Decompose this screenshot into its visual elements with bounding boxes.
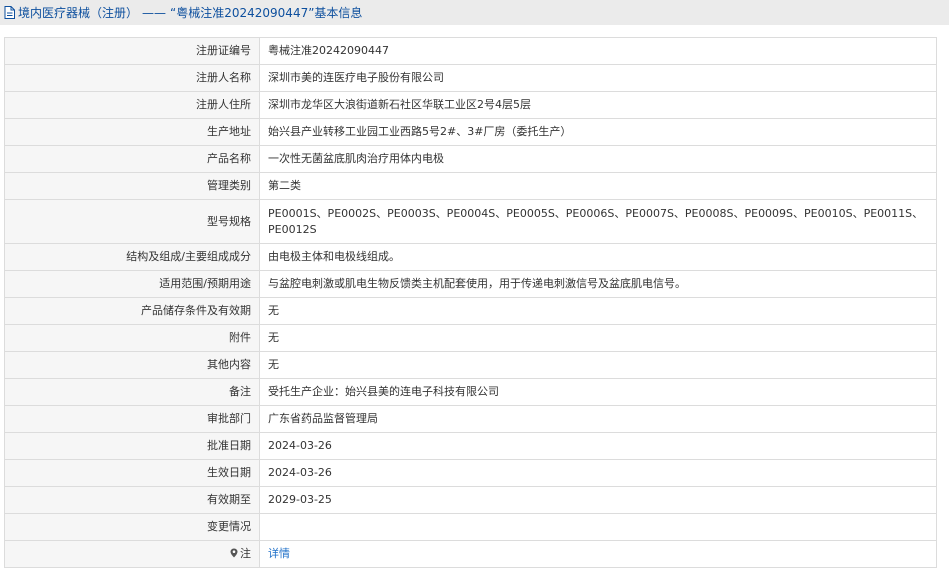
row-label: 变更情况: [4, 513, 260, 541]
note-label: 注: [240, 547, 251, 560]
row-label: 适用范围/预期用途: [4, 270, 260, 298]
row-value: 无: [259, 297, 937, 325]
table-row: 产品储存条件及有效期 无: [4, 297, 937, 325]
row-label: 备注: [4, 378, 260, 406]
table-row: 备注 受托生产企业：始兴县美的连电子科技有限公司: [4, 378, 937, 406]
row-label: 其他内容: [4, 351, 260, 379]
row-value: 深圳市龙华区大浪街道新石社区华联工业区2号4层5层: [259, 91, 937, 119]
row-value: 与盆腔电刺激或肌电生物反馈类主机配套使用，用于传递电刺激信号及盆底肌电信号。: [259, 270, 937, 298]
row-value: 受托生产企业：始兴县美的连电子科技有限公司: [259, 378, 937, 406]
table-row: 批准日期 2024-03-26: [4, 432, 937, 460]
row-label: 产品储存条件及有效期: [4, 297, 260, 325]
note-value-cell: 详情: [259, 540, 937, 568]
breadcrumb-separator: ——: [142, 5, 167, 20]
row-value: 无: [259, 324, 937, 352]
row-value: 2024-03-26: [259, 459, 937, 487]
row-label: 生效日期: [4, 459, 260, 487]
row-value: 由电极主体和电极线组成。: [259, 243, 937, 271]
row-label: 附件: [4, 324, 260, 352]
breadcrumb-category: 境内医疗器械（注册）: [18, 6, 139, 20]
detail-table-container: 注册证编号 粤械注准20242090447 注册人名称 深圳市美的连医疗电子股份…: [4, 37, 937, 568]
row-label: 注册人住所: [4, 91, 260, 119]
row-label: 结构及组成/主要组成成分: [4, 243, 260, 271]
row-value: 始兴县产业转移工业园工业西路5号2#、3#厂房（委托生产）: [259, 118, 937, 146]
row-value: [259, 513, 937, 541]
row-value: 深圳市美的连医疗电子股份有限公司: [259, 64, 937, 92]
table-row: 生效日期 2024-03-26: [4, 459, 937, 487]
table-row: 型号规格 PE0001S、PE0002S、PE0003S、PE0004S、PE0…: [4, 199, 937, 244]
row-value: 无: [259, 351, 937, 379]
row-label: 管理类别: [4, 172, 260, 200]
map-pin-icon: [230, 548, 238, 558]
table-row: 有效期至 2029-03-25: [4, 486, 937, 514]
table-row: 生产地址 始兴县产业转移工业园工业西路5号2#、3#厂房（委托生产）: [4, 118, 937, 146]
table-row: 注册证编号 粤械注准20242090447: [4, 37, 937, 65]
row-label: 批准日期: [4, 432, 260, 460]
row-value: 2024-03-26: [259, 432, 937, 460]
table-row: 注册人名称 深圳市美的连医疗电子股份有限公司: [4, 64, 937, 92]
row-value: 广东省药品监督管理局: [259, 405, 937, 433]
table-row: 附件 无: [4, 324, 937, 352]
details-link[interactable]: 详情: [268, 547, 290, 560]
row-label: 审批部门: [4, 405, 260, 433]
page-title: “粤械注准20242090447”基本信息: [170, 6, 363, 20]
page-header: 境内医疗器械（注册） —— “粤械注准20242090447”基本信息: [0, 0, 949, 25]
row-label: 产品名称: [4, 145, 260, 173]
table-row: 变更情况: [4, 513, 937, 541]
row-value: 第二类: [259, 172, 937, 200]
row-label: 型号规格: [4, 199, 260, 244]
note-row: 注 详情: [4, 540, 937, 568]
table-row: 适用范围/预期用途 与盆腔电刺激或肌电生物反馈类主机配套使用，用于传递电刺激信号…: [4, 270, 937, 298]
detail-table: 注册证编号 粤械注准20242090447 注册人名称 深圳市美的连医疗电子股份…: [4, 37, 937, 568]
row-value: PE0001S、PE0002S、PE0003S、PE0004S、PE0005S、…: [259, 199, 937, 244]
row-label: 注册人名称: [4, 64, 260, 92]
row-value: 粤械注准20242090447: [259, 37, 937, 65]
row-label: 生产地址: [4, 118, 260, 146]
table-row: 注册人住所 深圳市龙华区大浪街道新石社区华联工业区2号4层5层: [4, 91, 937, 119]
table-row: 其他内容 无: [4, 351, 937, 379]
row-label: 有效期至: [4, 486, 260, 514]
row-label: 注册证编号: [4, 37, 260, 65]
table-row: 结构及组成/主要组成成分 由电极主体和电极线组成。: [4, 243, 937, 271]
note-label-cell: 注: [4, 540, 260, 568]
table-row: 管理类别 第二类: [4, 172, 937, 200]
document-icon: [4, 6, 15, 19]
row-value: 2029-03-25: [259, 486, 937, 514]
table-row: 审批部门 广东省药品监督管理局: [4, 405, 937, 433]
row-value: 一次性无菌盆底肌肉治疗用体内电极: [259, 145, 937, 173]
table-row: 产品名称 一次性无菌盆底肌肉治疗用体内电极: [4, 145, 937, 173]
